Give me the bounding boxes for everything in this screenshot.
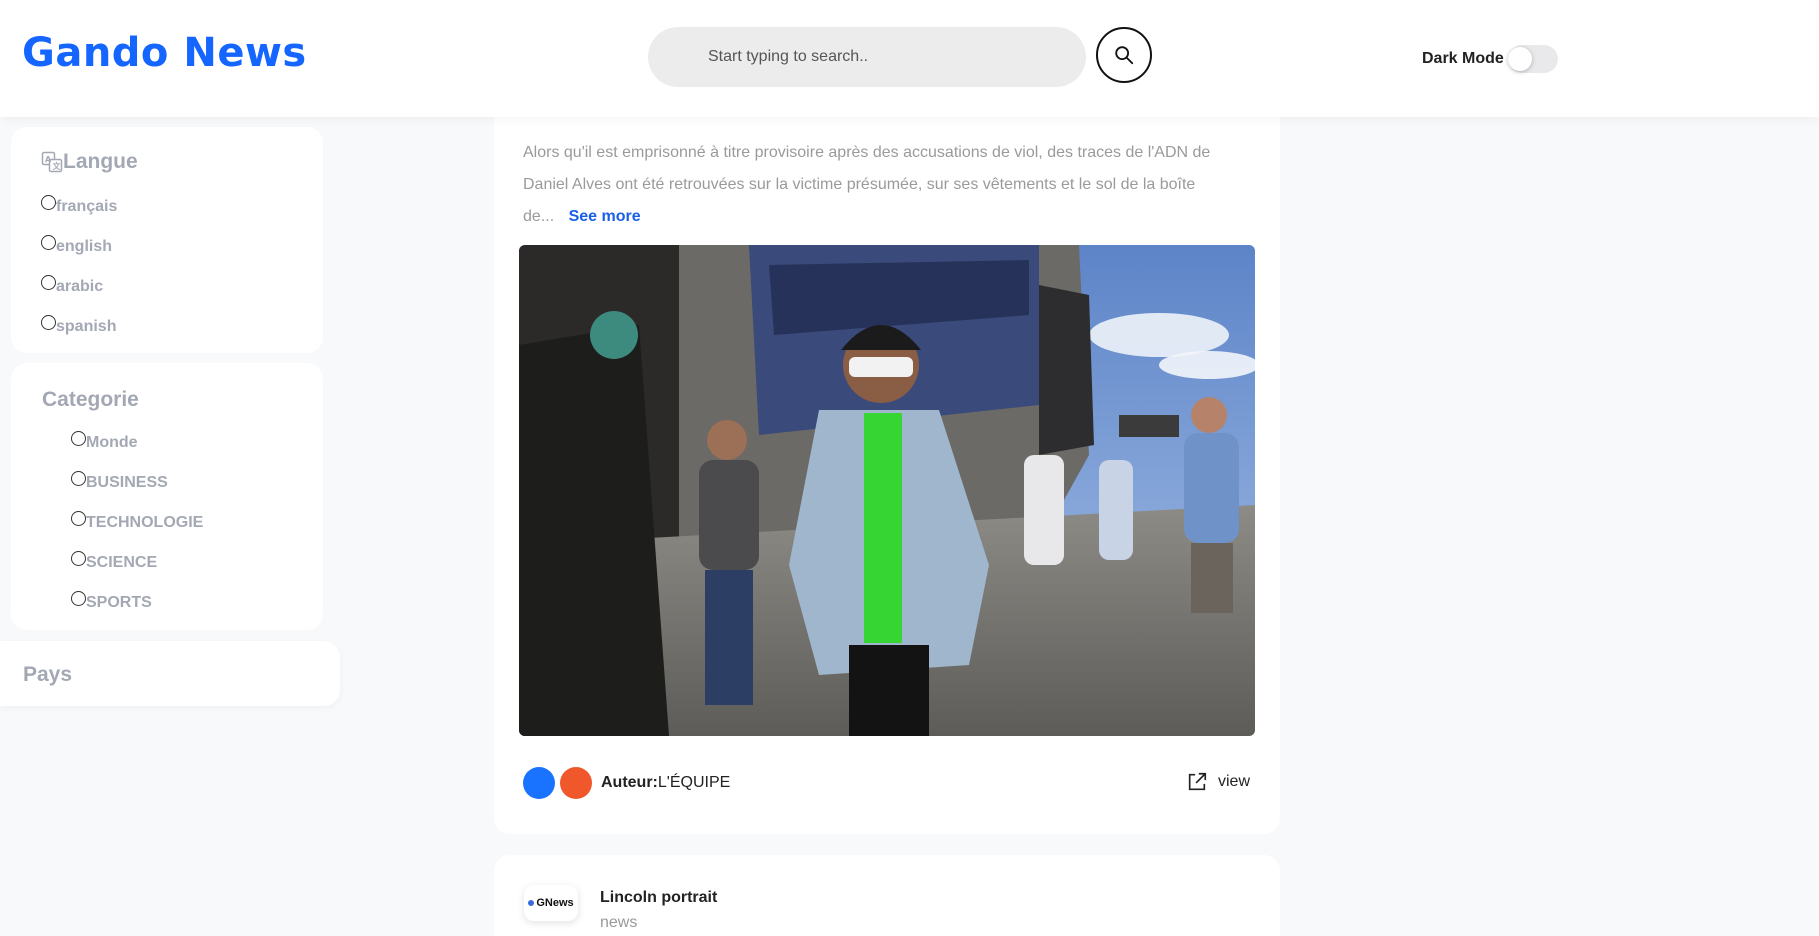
- radio-circle[interactable]: [71, 511, 86, 526]
- view-link[interactable]: view: [1186, 771, 1250, 793]
- radio-cat-sports[interactable]: SPORTS: [71, 591, 152, 612]
- article-title[interactable]: Lincoln portrait: [600, 889, 717, 907]
- radio-label: english: [56, 238, 113, 255]
- categorie-title: Categorie: [42, 388, 139, 411]
- view-label: view: [1217, 773, 1250, 790]
- svg-text:A: A: [45, 155, 52, 164]
- radio-cat-technologie[interactable]: TECHNOLOGIE: [71, 511, 204, 532]
- radio-label: Monde: [86, 434, 138, 451]
- top-header: Gando News Dark Mode: [0, 0, 1819, 117]
- radio-circle[interactable]: [41, 235, 56, 250]
- radio-circle[interactable]: [71, 471, 86, 486]
- radio-langue-arabic[interactable]: arabic: [41, 275, 104, 296]
- langue-filter-card: A 文 Langue français english arabic spani…: [11, 127, 323, 353]
- radio-circle[interactable]: [71, 431, 86, 446]
- toggle-knob: [1508, 47, 1532, 71]
- radio-cat-science[interactable]: SCIENCE: [71, 551, 158, 572]
- article-card: news Alors qu'il est emprisonné à titre …: [494, 95, 1280, 834]
- site-logo[interactable]: Gando News: [22, 30, 307, 76]
- radio-cat-monde[interactable]: Monde: [71, 431, 138, 452]
- radio-langue-english[interactable]: english: [41, 235, 113, 256]
- article-card: GNews Lincoln portrait news: [494, 855, 1280, 936]
- radio-circle[interactable]: [71, 551, 86, 566]
- dark-mode-label: Dark Mode: [1422, 50, 1504, 67]
- see-more-link[interactable]: See more: [569, 208, 641, 225]
- langue-title-text: Langue: [63, 150, 138, 173]
- article-description: Alors qu'il est emprisonné à titre provi…: [523, 137, 1213, 233]
- author-row: Auteur: L'ÉQUIPE: [523, 767, 730, 799]
- translate-icon: A 文: [41, 151, 63, 173]
- radio-label: spanish: [56, 318, 117, 335]
- author-avatar-orange: [560, 767, 592, 799]
- dark-mode-toggle[interactable]: [1508, 45, 1558, 73]
- source-logo: GNews: [524, 885, 578, 921]
- search-box: [648, 27, 1086, 87]
- source-logo-text: GNews: [536, 897, 574, 909]
- radio-label: arabic: [56, 278, 104, 295]
- author-label: Auteur:: [601, 774, 658, 791]
- radio-langue-spanish[interactable]: spanish: [41, 315, 117, 336]
- external-link-icon: [1188, 772, 1207, 791]
- radio-circle[interactable]: [41, 195, 56, 210]
- search-button[interactable]: [1096, 27, 1152, 83]
- radio-label: TECHNOLOGIE: [86, 514, 204, 531]
- radio-label: SCIENCE: [86, 554, 158, 571]
- radio-cat-business[interactable]: BUSINESS: [71, 471, 168, 492]
- radio-label: français: [56, 198, 118, 215]
- search-input[interactable]: [708, 48, 1048, 66]
- gnews-dot-icon: [528, 900, 535, 906]
- radio-label: BUSINESS: [86, 474, 168, 491]
- article-image[interactable]: [519, 245, 1255, 736]
- author-name: L'ÉQUIPE: [657, 774, 731, 791]
- radio-label: SPORTS: [86, 594, 152, 611]
- radio-circle[interactable]: [41, 315, 56, 330]
- source-subtitle: news: [600, 914, 638, 931]
- langue-title: A 文 Langue: [41, 150, 138, 174]
- radio-langue-francais[interactable]: français: [41, 195, 118, 216]
- radio-circle[interactable]: [71, 591, 86, 606]
- radio-circle[interactable]: [41, 275, 56, 290]
- svg-text:文: 文: [53, 161, 62, 171]
- author-avatar-blue: [523, 767, 555, 799]
- pays-title: Pays: [23, 663, 73, 686]
- search-icon: [1115, 46, 1134, 65]
- article-photo: [519, 245, 1255, 736]
- pays-filter-card[interactable]: Pays: [0, 641, 340, 706]
- categorie-filter-card: Categorie Monde BUSINESS TECHNOLOGIE SCI…: [11, 363, 323, 630]
